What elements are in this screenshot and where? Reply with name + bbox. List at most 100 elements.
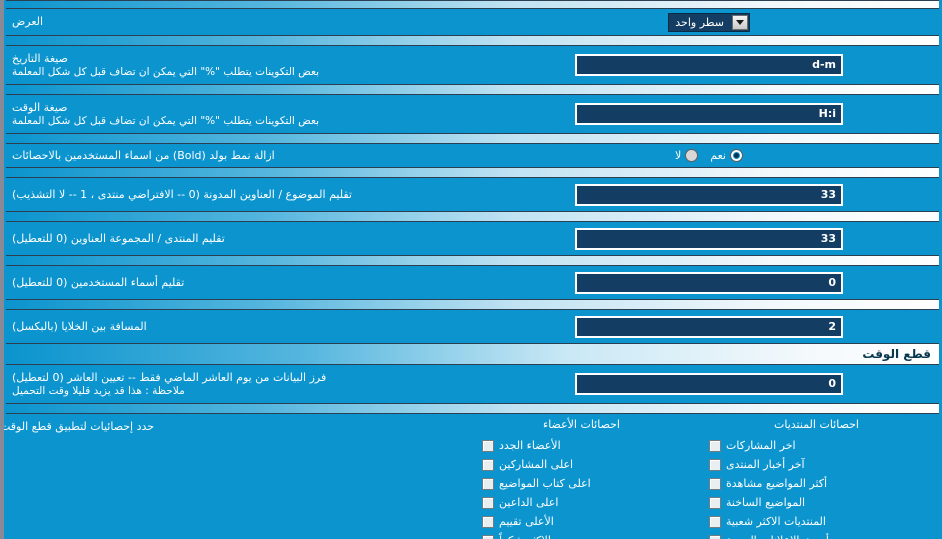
cutoff-label: فرز البيانات من يوم العاشر الماضي فقط --… <box>12 370 327 384</box>
row-trim-topic: 33 تقليم الموضوع / العناوين المدونة (0 -… <box>4 178 942 211</box>
date-format-input[interactable]: d-m <box>575 54 843 76</box>
checkbox-label: اخر المشاركات <box>726 439 796 452</box>
checkbox-label: الأعضاء الجدد <box>499 439 561 452</box>
radio-yes-label: نعم <box>710 149 726 162</box>
separator-2 <box>6 84 939 95</box>
separator-6 <box>6 255 939 266</box>
date-format-labels: صيغة التاريخ بعض التكوينات يتطلب "%" الت… <box>4 52 476 79</box>
date-format-hint: بعض التكوينات يتطلب "%" التي يمكن ان تضا… <box>12 65 320 78</box>
checkbox-item[interactable]: الأعضاء الجدد <box>464 436 699 455</box>
cell-spacing-input[interactable]: 2 <box>575 315 843 338</box>
trim-forum-input[interactable]: 33 <box>575 227 843 250</box>
radio-no-label: لا <box>675 149 682 162</box>
checkbox-icon[interactable] <box>709 515 721 528</box>
checkbox-label: أكثر المواضيع مشاهدة <box>726 477 828 490</box>
separator-top <box>6 0 939 9</box>
checkbox-item[interactable]: اعلى كتاب المواضيع <box>464 474 699 493</box>
cell-spacing-control[interactable]: 2 <box>476 315 942 338</box>
stats-column-forums-title: احصائات المنتديات <box>774 418 859 431</box>
stats-apply-label: حدد إحصائيات لتطبيق قطع الوقت <box>0 420 155 433</box>
checkbox-item[interactable]: الاكثر شكراً <box>464 531 699 539</box>
checkbox-icon[interactable] <box>482 439 494 452</box>
checkbox-item[interactable]: آخر أخبار المنتدى <box>699 455 934 474</box>
row-trim-usernames: 0 تقليم أسماء المستخدمين (0 للتعطيل) <box>4 266 942 299</box>
checkbox-icon[interactable] <box>709 534 721 539</box>
trim-usernames-label: تقليم أسماء المستخدمين (0 للتعطيل) <box>12 275 185 289</box>
checkbox-icon[interactable] <box>482 496 494 509</box>
row-cell-spacing: 2 المسافة بين الخلايا (بالبكسل) <box>4 310 942 343</box>
checkbox-item[interactable]: اعلى الداعين <box>464 493 699 512</box>
separator-5 <box>6 211 939 222</box>
time-format-control[interactable]: H:i <box>476 103 942 125</box>
trim-forum-control[interactable]: 33 <box>476 227 942 250</box>
checkbox-item[interactable]: اعلى المشاركين <box>464 455 699 474</box>
trim-usernames-control[interactable]: 0 <box>476 271 942 294</box>
checkbox-label: الاكثر شكراً <box>499 534 551 539</box>
trim-topic-control[interactable]: 33 <box>476 183 942 206</box>
remove-bold-option-yes[interactable]: نعم <box>710 149 743 162</box>
remove-bold-radio-group[interactable]: نعم لا <box>675 149 743 162</box>
display-select[interactable]: سطر واحد <box>668 12 750 32</box>
time-format-hint: بعض التكوينات يتطلب "%" التي يمكن ان تضا… <box>12 114 320 127</box>
cutoff-input[interactable]: 0 <box>575 373 843 395</box>
checkbox-label: اعلى المشاركين <box>499 458 574 471</box>
chevron-down-icon[interactable] <box>732 14 748 30</box>
cell-spacing-label: المسافة بين الخلايا (بالبكسل) <box>12 319 147 333</box>
trim-forum-label: تقليم المنتدى / المجموعة العناوين (0 للت… <box>12 231 225 245</box>
cutoff-labels: فرز البيانات من يوم العاشر الماضي فقط --… <box>4 371 476 398</box>
stats-checkbox-area: احصائات المنتديات اخر المشاركات آخر أخبا… <box>4 414 942 539</box>
checkbox-item[interactable]: المنتديات الاكثر شعبية <box>699 512 934 531</box>
cutoff-control[interactable]: 0 <box>476 373 942 395</box>
remove-bold-label: ازالة نمط بولد (Bold) من اسماء المستخدمي… <box>12 148 275 162</box>
row-remove-bold: نعم لا ازالة نمط بولد (Bold) من اسماء ال… <box>4 144 942 167</box>
checkbox-label: الأعلى تقييم <box>499 515 554 528</box>
separator-8 <box>6 403 939 414</box>
checkbox-item[interactable]: أحدث الإعلانات المبوبة <box>699 531 934 539</box>
time-format-label: صيغة الوقت <box>12 100 68 114</box>
display-label: العرض <box>12 15 44 28</box>
checkbox-label: اعلى الداعين <box>499 496 559 509</box>
checkbox-icon[interactable] <box>482 458 494 471</box>
settings-panel: سطر واحد العرض d-m صيغة التاريخ بعض التك… <box>0 0 942 539</box>
stats-column-members-title: احصائات الأعضاء <box>543 418 620 431</box>
row-trim-forum: 33 تقليم المنتدى / المجموعة العناوين (0 … <box>4 222 942 255</box>
radio-yes-icon[interactable] <box>730 149 743 162</box>
section-header-time-cutoff: قطع الوقت <box>6 343 939 365</box>
trim-usernames-labels: تقليم أسماء المستخدمين (0 للتعطيل) <box>4 276 476 290</box>
checkbox-label: اعلى كتاب المواضيع <box>499 477 591 490</box>
checkbox-item[interactable]: الأعلى تقييم <box>464 512 699 531</box>
trim-topic-labels: تقليم الموضوع / العناوين المدونة (0 -- ا… <box>4 188 476 202</box>
row-date-format: d-m صيغة التاريخ بعض التكوينات يتطلب "%"… <box>4 46 942 84</box>
display-select-container[interactable]: سطر واحد <box>476 12 942 32</box>
cell-spacing-labels: المسافة بين الخلايا (بالبكسل) <box>4 320 476 334</box>
stats-column-forums: احصائات المنتديات اخر المشاركات آخر أخبا… <box>699 418 934 539</box>
time-format-labels: صيغة الوقت بعض التكوينات يتطلب "%" التي … <box>4 101 476 128</box>
stats-column-members: احصائات الأعضاء الأعضاء الجدد اعلى المشا… <box>464 418 699 539</box>
remove-bold-control[interactable]: نعم لا <box>476 149 942 162</box>
checkbox-icon[interactable] <box>709 477 721 490</box>
remove-bold-option-no[interactable]: لا <box>675 149 699 162</box>
date-format-control[interactable]: d-m <box>476 54 942 76</box>
radio-no-icon[interactable] <box>685 149 699 162</box>
date-format-label: صيغة التاريخ <box>12 51 68 65</box>
separator-3 <box>6 133 939 144</box>
checkbox-icon[interactable] <box>482 477 494 490</box>
checkbox-icon[interactable] <box>709 458 721 471</box>
checkbox-item[interactable]: المواضيع الساخنة <box>699 493 934 512</box>
trim-forum-labels: تقليم المنتدى / المجموعة العناوين (0 للت… <box>4 232 476 246</box>
checkbox-item[interactable]: اخر المشاركات <box>699 436 934 455</box>
row-cutoff: 0 فرز البيانات من يوم العاشر الماضي فقط … <box>4 365 942 403</box>
time-format-input[interactable]: H:i <box>575 103 843 125</box>
checkbox-icon[interactable] <box>709 439 721 452</box>
row-display: سطر واحد العرض <box>4 9 942 35</box>
checkbox-icon[interactable] <box>709 496 721 509</box>
section-title: قطع الوقت <box>862 347 931 361</box>
checkbox-label: آخر أخبار المنتدى <box>726 458 805 471</box>
checkbox-label: أحدث الإعلانات المبوبة <box>726 534 829 539</box>
trim-topic-input[interactable]: 33 <box>575 183 843 206</box>
trim-topic-label: تقليم الموضوع / العناوين المدونة (0 -- ا… <box>12 187 352 201</box>
trim-usernames-input[interactable]: 0 <box>575 271 843 294</box>
checkbox-icon[interactable] <box>482 534 494 539</box>
checkbox-item[interactable]: أكثر المواضيع مشاهدة <box>699 474 934 493</box>
checkbox-icon[interactable] <box>482 515 494 528</box>
